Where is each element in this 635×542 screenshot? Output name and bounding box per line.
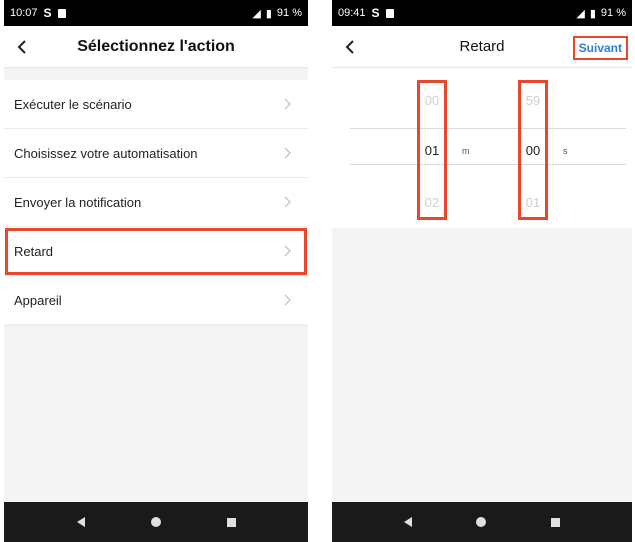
action-delay[interactable]: Retard: [4, 227, 308, 276]
minutes-above: 00: [424, 93, 440, 108]
signal-icon: ◢: [576, 7, 585, 20]
app-s-icon: S: [371, 6, 380, 20]
action-label: Exécuter le scénario: [14, 96, 132, 112]
nav-recent-icon[interactable]: [550, 517, 561, 528]
nav-home-icon[interactable]: [149, 515, 163, 529]
nav-back-icon[interactable]: [76, 516, 86, 528]
action-send-notification[interactable]: Envoyer la notification: [4, 178, 308, 227]
status-bar: 10:07 S ◢ ▮ 91 %: [4, 0, 308, 26]
minutes-unit: m: [462, 146, 470, 156]
chevron-right-icon: [284, 98, 292, 110]
back-icon[interactable]: [342, 38, 360, 56]
phone-left-screen: 10:07 S ◢ ▮ 91 % Sélectionnez l'action E…: [4, 0, 308, 542]
minutes-selected: 01: [424, 143, 440, 158]
action-label: Choisissez votre automatisation: [14, 145, 198, 161]
next-button[interactable]: Suivant: [572, 36, 628, 60]
chevron-right-icon: [284, 147, 292, 159]
battery-icon: ▮: [589, 7, 596, 20]
seconds-below: 01: [525, 195, 541, 210]
notification-icon: [57, 8, 66, 18]
action-run-scenario[interactable]: Exécuter le scénario: [4, 80, 308, 129]
top-nav: Sélectionnez l'action: [4, 26, 308, 68]
action-choose-automation[interactable]: Choisissez votre automatisation: [4, 129, 308, 178]
minutes-below: 02: [424, 195, 440, 210]
nav-home-icon[interactable]: [474, 515, 488, 529]
seconds-unit: s: [563, 146, 568, 156]
nav-back-icon[interactable]: [403, 516, 413, 528]
signal-icon: ◢: [252, 7, 261, 20]
seconds-selected: 00: [525, 143, 541, 158]
picker-divider: [350, 164, 626, 165]
minutes-wheel[interactable]: 00 01 02: [417, 80, 447, 220]
chevron-right-icon: [284, 294, 292, 306]
battery-level: 91 %: [600, 7, 626, 19]
status-bar: 09:41 S ◢ ▮ 91 %: [332, 0, 632, 26]
action-label: Appareil: [14, 292, 62, 308]
battery-icon: ▮: [265, 7, 272, 20]
page-title: Sélectionnez l'action: [77, 37, 235, 55]
delay-time-picker: 00 01 02 m 59 00 01 s: [332, 68, 632, 228]
back-icon[interactable]: [14, 38, 32, 56]
action-label: Envoyer la notification: [14, 194, 142, 210]
action-device[interactable]: Appareil: [4, 276, 308, 325]
app-s-icon: S: [43, 6, 52, 20]
seconds-wheel[interactable]: 59 00 01: [518, 80, 548, 220]
action-label: Retard: [14, 243, 54, 259]
notification-icon: [385, 8, 394, 18]
battery-level: 91 %: [276, 7, 302, 19]
status-time: 10:07: [10, 7, 38, 19]
nav-recent-icon[interactable]: [226, 517, 237, 528]
status-time: 09:41: [338, 7, 366, 19]
android-nav-bar: [332, 502, 632, 542]
phone-right-screen: 09:41 S ◢ ▮ 91 % Retard Suivant 00 01 02…: [332, 0, 632, 542]
android-nav-bar: [4, 502, 308, 542]
action-list: Exécuter le scénario Choisissez votre au…: [4, 80, 308, 325]
chevron-right-icon: [284, 245, 292, 257]
chevron-right-icon: [284, 196, 292, 208]
picker-divider: [350, 128, 626, 129]
seconds-above: 59: [525, 93, 541, 108]
top-nav: Retard Suivant: [332, 26, 632, 68]
